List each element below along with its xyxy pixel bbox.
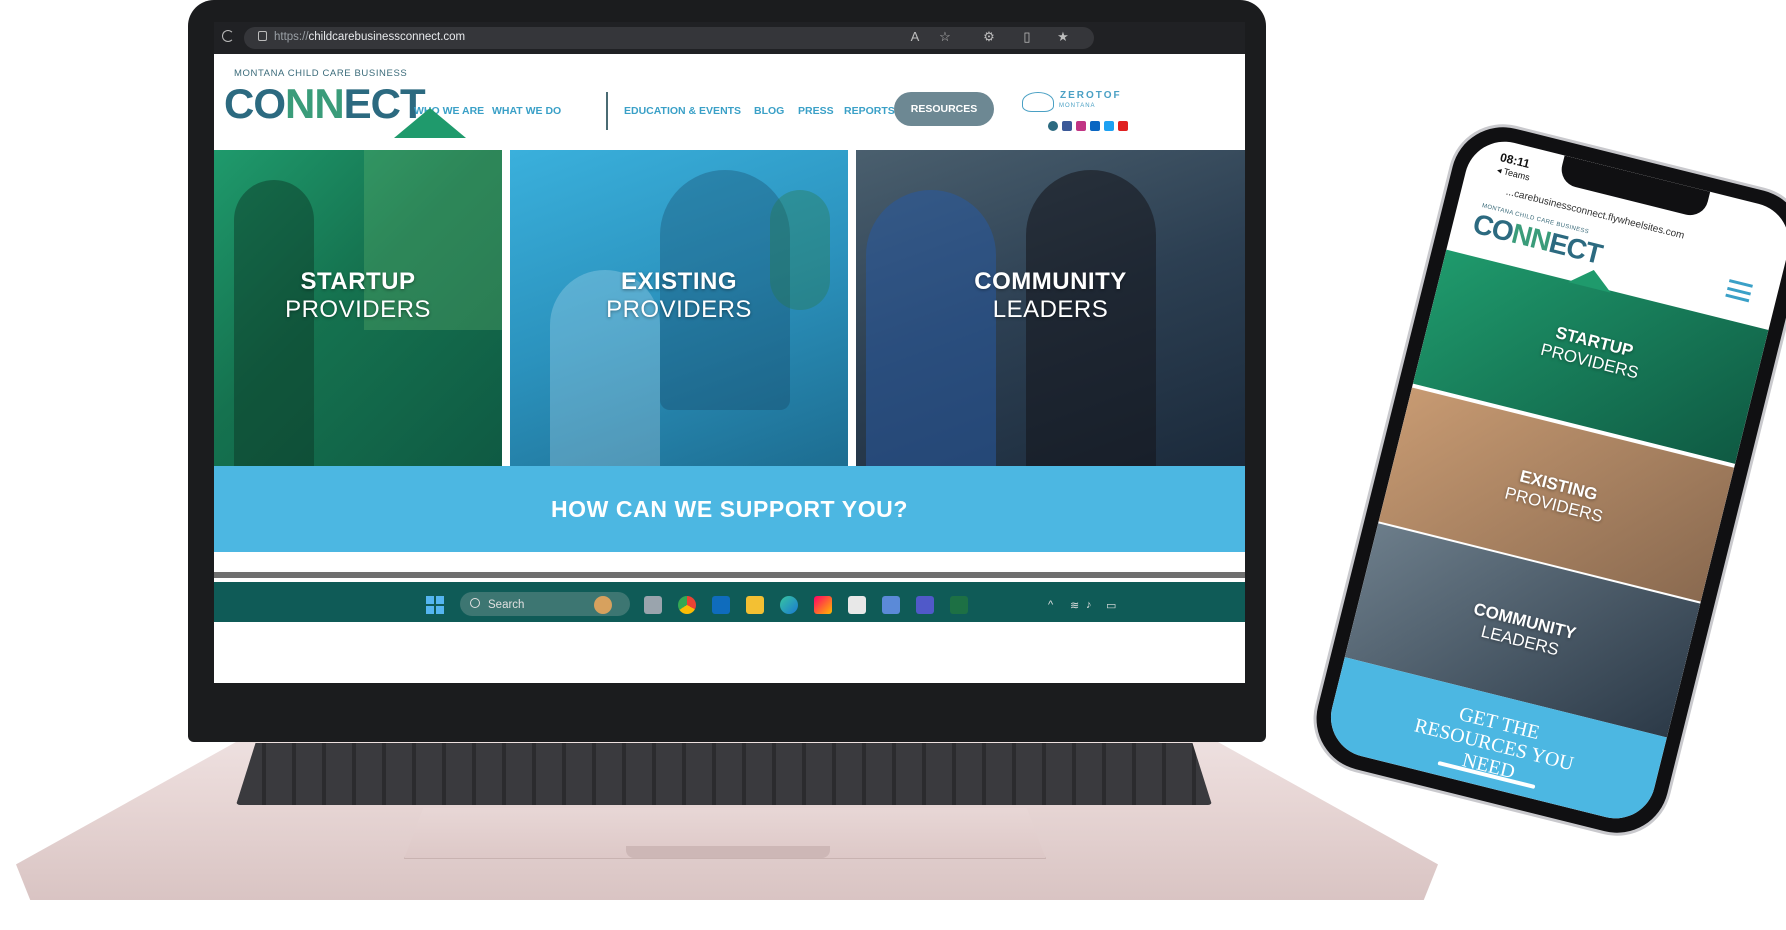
partner-logo-subtitle: MONTANA [1059, 103, 1096, 109]
nav-education-events[interactable]: EDUCATION & EVENTS [624, 105, 741, 117]
section-divider [214, 572, 1245, 578]
windows-start-icon[interactable] [426, 596, 444, 614]
smartphone: 08:11 ◂ Teams ...carebusinessconnect.fly… [1305, 116, 1786, 844]
nav-press[interactable]: PRESS [798, 105, 834, 117]
search-highlight-icon[interactable] [594, 596, 612, 614]
panel-title: COMMUNITY [974, 268, 1127, 295]
url-domain: childcarebusinessconnect.com [308, 31, 466, 43]
logo-ect: ECT [1545, 226, 1605, 270]
chrome-icon[interactable] [678, 596, 696, 614]
panel-subtitle: PROVIDERS [606, 296, 752, 323]
extensions-icon[interactable]: ⚙ [982, 30, 996, 44]
task-view-icon[interactable] [644, 596, 662, 614]
teams-icon[interactable] [916, 596, 934, 614]
phone-startup-label: STARTUP PROVIDERS [1426, 292, 1758, 411]
support-banner: HOW CAN WE SUPPORT YOU? [214, 466, 1245, 552]
laptop-screen: https://childcarebusinessconnect.com A ☆… [214, 22, 1245, 683]
search-icon [470, 598, 480, 608]
nav-what-we-do[interactable]: WHAT WE DO [492, 105, 561, 117]
photos-icon[interactable] [814, 596, 832, 614]
excel-icon[interactable] [950, 596, 968, 614]
logo-triangle [394, 108, 466, 138]
file-explorer-icon[interactable] [746, 596, 764, 614]
panel-subtitle: PROVIDERS [285, 296, 431, 323]
laptop-keyboard [236, 743, 1212, 805]
split-screen-icon[interactable]: ▯ [1020, 30, 1034, 44]
panel-subtitle: LEADERS [992, 296, 1109, 323]
url-text[interactable]: https://childcarebusinessconnect.com [274, 31, 465, 43]
zero-to-five-elephant-icon [1022, 92, 1054, 112]
nav-divider [606, 92, 608, 130]
phone-existing-label: EXISTING PROVIDERS [1390, 436, 1722, 555]
community-leaders-label: COMMUNITY LEADERS [856, 268, 1245, 324]
browser-toolbar: https://childcarebusinessconnect.com A ☆… [214, 22, 1245, 54]
nav-blog[interactable]: BLOG [754, 105, 784, 117]
partner-logo[interactable]: ZEROTOF [1060, 90, 1122, 101]
community-leaders-panel[interactable]: COMMUNITY LEADERS [856, 150, 1245, 466]
store-icon[interactable] [848, 596, 866, 614]
laptop-hinge-notch [626, 846, 830, 858]
tray-chevron-icon[interactable]: ^ [1048, 599, 1053, 611]
wifi-icon[interactable]: ≋ [1070, 599, 1079, 612]
logo-nn: NN [285, 80, 345, 127]
startup-providers-panel[interactable]: STARTUP PROVIDERS [214, 150, 502, 466]
logo-co: CO [224, 80, 286, 127]
youtube-icon[interactable] [1118, 121, 1128, 131]
lock-icon[interactable] [258, 31, 267, 41]
support-heading: HOW CAN WE SUPPORT YOU? [550, 496, 909, 522]
calendar-icon[interactable] [882, 596, 900, 614]
nav-reports[interactable]: REPORTS [844, 105, 895, 117]
read-aloud-icon[interactable]: A [908, 30, 922, 44]
facebook-icon[interactable] [1062, 121, 1072, 131]
logo-subtitle: MONTANA CHILD CARE BUSINESS [234, 68, 408, 79]
resources-button[interactable]: RESOURCES [894, 92, 994, 126]
favorites-icon[interactable]: ★ [1056, 30, 1070, 44]
panel-title: STARTUP [300, 268, 416, 295]
volume-icon[interactable]: ♪ [1086, 599, 1092, 611]
woman-silhouette-1 [866, 190, 996, 466]
taskbar-search-label: Search [488, 599, 525, 611]
existing-providers-label: EXISTING PROVIDERS [510, 268, 848, 324]
linkedin-icon[interactable] [1090, 121, 1100, 131]
reload-icon[interactable] [222, 30, 234, 42]
twitter-icon[interactable] [1104, 121, 1114, 131]
outlook-icon[interactable] [712, 596, 730, 614]
existing-providers-panel[interactable]: EXISTING PROVIDERS [510, 150, 848, 466]
url-prefix: https:// [274, 31, 309, 43]
startup-providers-label: STARTUP PROVIDERS [214, 268, 502, 324]
instagram-icon[interactable] [1076, 121, 1086, 131]
favorite-star-icon[interactable]: ☆ [938, 30, 952, 44]
hamburger-menu-icon[interactable] [1725, 279, 1753, 303]
phone-screen: 08:11 ◂ Teams ...carebusinessconnect.fly… [1322, 133, 1786, 827]
battery-icon[interactable]: ▭ [1106, 599, 1116, 612]
edge-icon[interactable] [780, 596, 798, 614]
phone-icon[interactable] [1048, 121, 1058, 131]
panel-title: EXISTING [620, 268, 738, 295]
windows-taskbar: Search ^ ≋ ♪ ▭ [214, 582, 1245, 622]
